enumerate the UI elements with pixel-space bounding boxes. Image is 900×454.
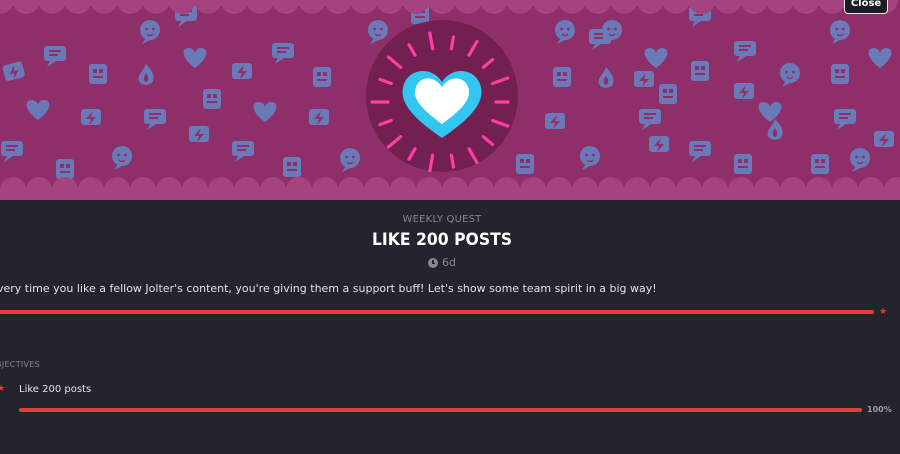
objectives-heading: BJECTIVES	[0, 360, 41, 369]
time-left-value: 6d	[442, 256, 456, 269]
objective-progress-fill	[19, 408, 862, 412]
objective-progress-bar	[19, 408, 862, 412]
banner-scallop-top	[0, 0, 898, 14]
quest-progress-fill	[0, 310, 874, 314]
objective-star-icon: ★	[0, 384, 6, 394]
objective-percent: 100%	[867, 405, 892, 414]
clock-icon	[428, 257, 438, 268]
close-button[interactable]: Close	[844, 0, 888, 14]
quest-progress-bar	[0, 310, 874, 314]
quest-badge	[366, 20, 518, 173]
quest-banner	[0, 0, 900, 200]
banner-scallop-bottom	[0, 177, 900, 200]
glowing-heart-icon	[370, 31, 510, 173]
objective-text: Like 200 posts	[19, 384, 92, 395]
quest-description: very time you like a fellow Jolter's con…	[0, 282, 657, 295]
quest-time-left: 6d	[0, 256, 884, 269]
quest-kind: WEEKLY QUEST	[402, 214, 482, 225]
reward-star-icon: ★	[879, 307, 888, 317]
quest-title: LIKE 200 POSTS	[371, 230, 513, 250]
